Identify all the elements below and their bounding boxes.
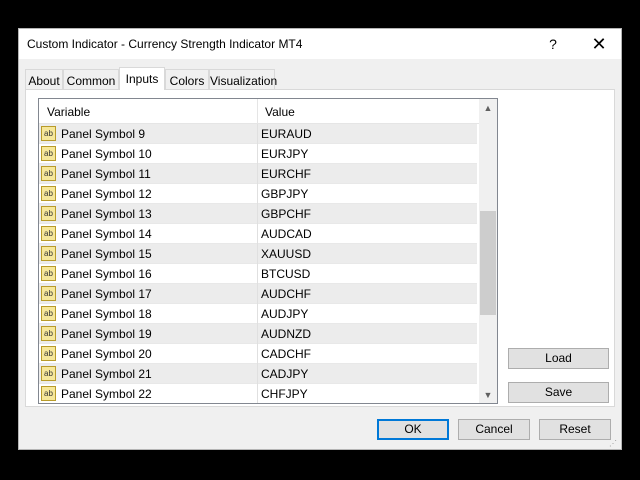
table-row[interactable]: ab Panel Symbol 13 GBPCHF (39, 204, 477, 224)
cell-divider (257, 344, 258, 364)
value-cell[interactable]: CADJPY (261, 367, 308, 381)
string-param-icon: ab (41, 306, 56, 321)
table-row[interactable]: ab Panel Symbol 15 XAUUSD (39, 244, 477, 264)
variable-name: Panel Symbol 11 (61, 167, 151, 181)
string-param-icon: ab (41, 206, 56, 221)
reset-button[interactable]: Reset (539, 419, 611, 440)
variable-name: Panel Symbol 17 (61, 287, 152, 301)
column-header-variable[interactable]: Variable (47, 105, 90, 119)
string-param-icon: ab (41, 326, 56, 341)
save-button[interactable]: Save (508, 382, 609, 403)
value-cell[interactable]: BTCUSD (261, 267, 310, 281)
close-icon[interactable]: ✕ (577, 29, 621, 59)
cell-divider (257, 304, 258, 324)
value-cell[interactable]: AUDNZD (261, 327, 311, 341)
vertical-scrollbar[interactable]: ▲ ▼ (479, 99, 497, 403)
table-row[interactable]: ab Panel Symbol 22 CHFJPY (39, 384, 477, 403)
variable-name: Panel Symbol 21 (61, 367, 152, 381)
variable-name: Panel Symbol 15 (61, 247, 152, 261)
cell-divider (257, 364, 258, 384)
cell-divider (257, 144, 258, 164)
ok-button[interactable]: OK (377, 419, 449, 440)
window-title: Custom Indicator - Currency Strength Ind… (27, 37, 303, 51)
variable-name: Panel Symbol 22 (61, 387, 152, 401)
value-cell[interactable]: EURAUD (261, 127, 312, 141)
tab-colors[interactable]: Colors (165, 69, 209, 89)
value-cell[interactable]: CHFJPY (261, 387, 308, 401)
value-cell[interactable]: EURCHF (261, 167, 311, 181)
tab-visualization[interactable]: Visualization (209, 69, 277, 89)
string-param-icon: ab (41, 266, 56, 281)
string-param-icon: ab (41, 126, 56, 141)
tab-common[interactable]: Common (63, 69, 119, 89)
value-cell[interactable]: AUDJPY (261, 307, 308, 321)
cancel-button[interactable]: Cancel (458, 419, 530, 440)
variable-name: Panel Symbol 19 (61, 327, 152, 341)
string-param-icon: ab (41, 286, 56, 301)
table-row[interactable]: ab Panel Symbol 16 BTCUSD (39, 264, 477, 284)
string-param-icon: ab (41, 166, 56, 181)
title-bar: Custom Indicator - Currency Strength Ind… (19, 29, 621, 59)
variable-name: Panel Symbol 20 (61, 347, 152, 361)
string-param-icon: ab (41, 226, 56, 241)
variable-name: Panel Symbol 9 (61, 127, 146, 141)
string-param-icon: ab (41, 146, 56, 161)
table-row[interactable]: ab Panel Symbol 9 EURAUD (39, 124, 477, 144)
dialog-window: Custom Indicator - Currency Strength Ind… (18, 28, 622, 450)
inputs-grid: Variable Value ab Panel Symbol 9 EURAUD ab P… (38, 98, 498, 404)
cell-divider (257, 244, 258, 264)
column-divider[interactable] (257, 99, 258, 123)
scroll-down-icon[interactable]: ▼ (479, 386, 497, 403)
variable-name: Panel Symbol 14 (61, 227, 152, 241)
value-cell[interactable]: EURJPY (261, 147, 308, 161)
cell-divider (257, 224, 258, 244)
variable-name: Panel Symbol 13 (61, 207, 152, 221)
variable-name: Panel Symbol 16 (61, 267, 152, 281)
inputs-panel: Variable Value ab Panel Symbol 9 EURAUD ab P… (25, 89, 615, 407)
column-header-value[interactable]: Value (265, 105, 295, 119)
table-row[interactable]: ab Panel Symbol 21 CADJPY (39, 364, 477, 384)
tab-inputs[interactable]: Inputs (119, 67, 165, 90)
cell-divider (257, 284, 258, 304)
cell-divider (257, 384, 258, 403)
value-cell[interactable]: CADCHF (261, 347, 311, 361)
resize-grip-icon[interactable]: ⋰ (609, 439, 619, 449)
tab-about[interactable]: About (25, 69, 63, 89)
grid-header: Variable Value (39, 99, 479, 124)
string-param-icon: ab (41, 386, 56, 401)
help-icon[interactable]: ? (531, 29, 575, 59)
string-param-icon: ab (41, 346, 56, 361)
scroll-up-icon[interactable]: ▲ (479, 99, 497, 116)
value-cell[interactable]: AUDCAD (261, 227, 312, 241)
string-param-icon: ab (41, 366, 56, 381)
load-button[interactable]: Load (508, 348, 609, 369)
value-cell[interactable]: GBPJPY (261, 187, 308, 201)
cell-divider (257, 184, 258, 204)
string-param-icon: ab (41, 246, 56, 261)
cell-divider (257, 264, 258, 284)
table-row[interactable]: ab Panel Symbol 11 EURCHF (39, 164, 477, 184)
table-row[interactable]: ab Panel Symbol 17 AUDCHF (39, 284, 477, 304)
table-row[interactable]: ab Panel Symbol 20 CADCHF (39, 344, 477, 364)
table-row[interactable]: ab Panel Symbol 19 AUDNZD (39, 324, 477, 344)
cell-divider (257, 204, 258, 224)
string-param-icon: ab (41, 186, 56, 201)
cell-divider (257, 324, 258, 344)
cell-divider (257, 164, 258, 184)
variable-name: Panel Symbol 12 (61, 187, 152, 201)
table-row[interactable]: ab Panel Symbol 10 EURJPY (39, 144, 477, 164)
value-cell[interactable]: AUDCHF (261, 287, 311, 301)
table-row[interactable]: ab Panel Symbol 18 AUDJPY (39, 304, 477, 324)
variable-name: Panel Symbol 18 (61, 307, 152, 321)
scroll-thumb[interactable] (480, 211, 496, 315)
table-row[interactable]: ab Panel Symbol 12 GBPJPY (39, 184, 477, 204)
value-cell[interactable]: XAUUSD (261, 247, 311, 261)
cell-divider (257, 124, 258, 144)
value-cell[interactable]: GBPCHF (261, 207, 311, 221)
variable-name: Panel Symbol 10 (61, 147, 152, 161)
table-row[interactable]: ab Panel Symbol 14 AUDCAD (39, 224, 477, 244)
